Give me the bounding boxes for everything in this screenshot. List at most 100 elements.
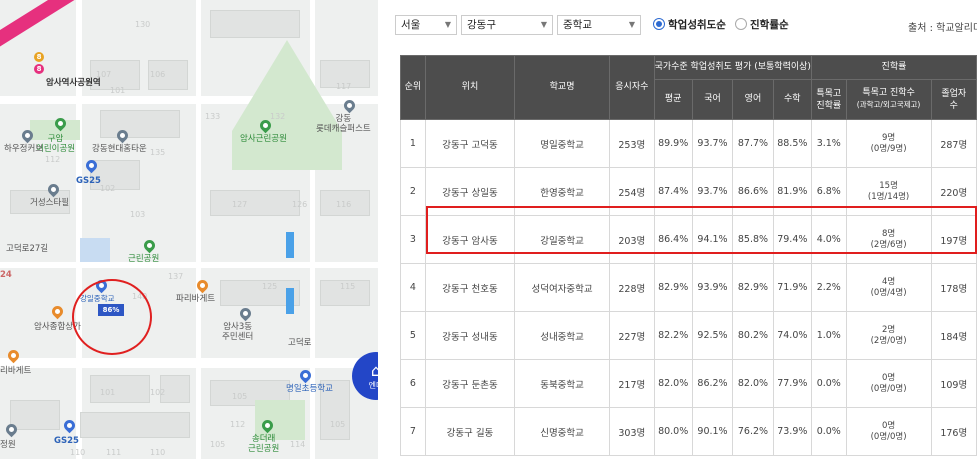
block-number: 103: [130, 210, 146, 219]
header-special-count-sub: (과학고/외고국제고): [856, 100, 921, 109]
table-row[interactable]: 1 강동구 고덕동 명일중학교 253명 89.9% 93.7% 87.7% 88.5% 3.1…: [400, 119, 977, 168]
place-label[interactable]: 강동현대홈타운: [92, 144, 147, 154]
header-advancement-group: 진학률: [810, 55, 977, 80]
cell-school: 동북중학교: [514, 359, 611, 408]
header-rank: 순위: [400, 55, 426, 120]
school-type-select-value: 중학교: [563, 19, 592, 31]
place-label[interactable]: 명일초등학교: [286, 384, 333, 394]
block-number: 105: [232, 392, 248, 401]
station-label[interactable]: 암사역사공원역: [46, 78, 101, 88]
map-block: [100, 110, 180, 138]
cell-special-rate: 3.1%: [810, 119, 847, 168]
sort-radio-label: 학업성취도순: [668, 19, 726, 31]
district-select[interactable]: 강동구 ▼: [461, 15, 553, 35]
cell-graduates: 176명: [930, 407, 977, 456]
special-count-detail: (0명/0명): [870, 383, 907, 394]
place-label[interactable]: 근린공원: [128, 254, 159, 264]
station-badge-icon: 8: [34, 64, 44, 74]
block-number: 117: [336, 82, 352, 91]
table-row[interactable]: 7 강동구 길동 신명중학교 303명 80.0% 90.1% 76.2% 73.9% 0.0%…: [400, 407, 977, 456]
building-icon: ⌂: [370, 361, 378, 380]
place-label[interactable]: 하우정커브: [4, 144, 43, 154]
place-label[interactable]: 강동 롯데캐슬퍼스트: [316, 114, 371, 134]
header-achievement-group: 국가수준 학업성취도 평가 (보통학력이상): [653, 55, 812, 80]
block-number: 112: [230, 420, 246, 429]
cell-special-count: 0명 (0명/0명): [845, 407, 932, 456]
map-road: [76, 0, 82, 459]
street-label: 고덕로: [288, 338, 312, 348]
cell-english: 82.0%: [732, 359, 774, 408]
header-special-count-label: 특목고 진학수: [862, 88, 915, 98]
cell-graduates: 178명: [930, 263, 977, 312]
place-label[interactable]: 파리바게트: [176, 294, 215, 304]
cell-graduates: 197명: [930, 215, 977, 264]
sort-radio-advancement[interactable]: 진학률순: [735, 17, 789, 32]
special-count-value: 15명: [879, 180, 898, 191]
cell-location: 강동구 고덕동: [424, 119, 516, 168]
map-block: [90, 375, 150, 403]
place-label[interactable]: 송더래 근린공원: [248, 434, 279, 454]
header-korean: 국어: [691, 79, 734, 120]
block-number: 107: [96, 70, 112, 79]
place-label[interactable]: 거성스타필: [30, 198, 69, 208]
block-number: 101: [110, 86, 126, 95]
place-label[interactable]: GS25: [54, 436, 79, 446]
map-panel[interactable]: 8 8 암사역사공원역 130 107 106 101 133 135 132 …: [0, 0, 378, 459]
cell-location: 강동구 암사동: [424, 215, 516, 264]
block-number: 114: [290, 440, 306, 449]
header-school: 학교명: [514, 55, 611, 120]
place-label[interactable]: 암사근린공원: [240, 134, 287, 144]
map-poi-label: 엔데: [368, 381, 378, 390]
cell-rank: 6: [400, 359, 426, 408]
cell-graduates: 287명: [930, 119, 977, 168]
place-label[interactable]: 암사3동 주민센터: [222, 322, 253, 342]
map-road: [196, 0, 201, 459]
block-number: 137: [168, 272, 184, 281]
special-count-value: 0명: [881, 372, 896, 383]
cell-school: 신명중학교: [514, 407, 611, 456]
store-pin-icon[interactable]: [61, 417, 78, 434]
cell-rank: 1: [400, 119, 426, 168]
city-select[interactable]: 서울 ▼: [395, 15, 457, 35]
cell-korean: 93.7%: [691, 167, 734, 216]
map-water: [286, 232, 294, 258]
header-english: 영어: [732, 79, 774, 120]
header-math: 수학: [772, 79, 812, 120]
district-select-value: 강동구: [467, 19, 496, 31]
cell-average: 82.9%: [653, 263, 693, 312]
table-row[interactable]: 5 강동구 성내동 성내중학교 227명 82.2% 92.5% 80.2% 74.0% 1.0…: [400, 311, 977, 360]
block-number: 105: [330, 420, 346, 429]
table-row[interactable]: 6 강동구 둔촌동 동북중학교 217명 82.0% 86.2% 82.0% 77.9% 0.0…: [400, 359, 977, 408]
special-count-detail: (2명/0명): [870, 335, 907, 346]
place-label[interactable]: 리바게트: [0, 366, 31, 376]
map-school-area: [80, 238, 110, 262]
cell-location: 강동구 상일동: [424, 167, 516, 216]
header-special-rate: 특목고 진학률: [810, 79, 847, 120]
mall-pin-icon[interactable]: [49, 303, 66, 320]
header-location: 위치: [424, 55, 516, 120]
table-row[interactable]: 4 강동구 천호동 성덕여자중학교 228명 82.9% 93.9% 82.9% 71.9% 2…: [400, 263, 977, 312]
block-number: 106: [150, 70, 166, 79]
cell-korean: 90.1%: [691, 407, 734, 456]
building-pin-icon[interactable]: [237, 305, 254, 322]
special-count-value: 4명: [881, 276, 896, 287]
special-count-value: 8명: [881, 228, 896, 239]
cell-korean: 94.1%: [691, 215, 734, 264]
school-type-select[interactable]: 중학교 ▼: [557, 15, 641, 35]
cell-rank: 4: [400, 263, 426, 312]
block-number: 127: [232, 200, 248, 209]
place-label[interactable]: GS25: [76, 176, 101, 186]
sort-radio-achievement[interactable]: 학업성취도순: [653, 17, 726, 32]
cell-special-count: 0명 (0명/0명): [845, 359, 932, 408]
filter-bar: 서울 ▼ 강동구 ▼ 중학교 ▼ 학업성취도순 진학률순 출처 : 학교알리미: [395, 15, 977, 35]
park-pin-icon[interactable]: [141, 237, 158, 254]
cell-english: 82.9%: [732, 263, 774, 312]
table-row[interactable]: 2 강동구 상일동 한영중학교 254명 87.4% 93.7% 86.6% 81.9% 6.8…: [400, 167, 977, 216]
cell-english: 76.2%: [732, 407, 774, 456]
cell-math: 73.9%: [772, 407, 812, 456]
city-select-value: 서울: [401, 19, 421, 31]
place-label[interactable]: 정원: [0, 440, 16, 450]
cell-korean: 92.5%: [691, 311, 734, 360]
table-row[interactable]: 3 강동구 암사동 강일중학교 203명 86.4% 94.1% 85.8% 79.4% 4.0…: [400, 215, 977, 264]
map-water: [286, 288, 294, 314]
